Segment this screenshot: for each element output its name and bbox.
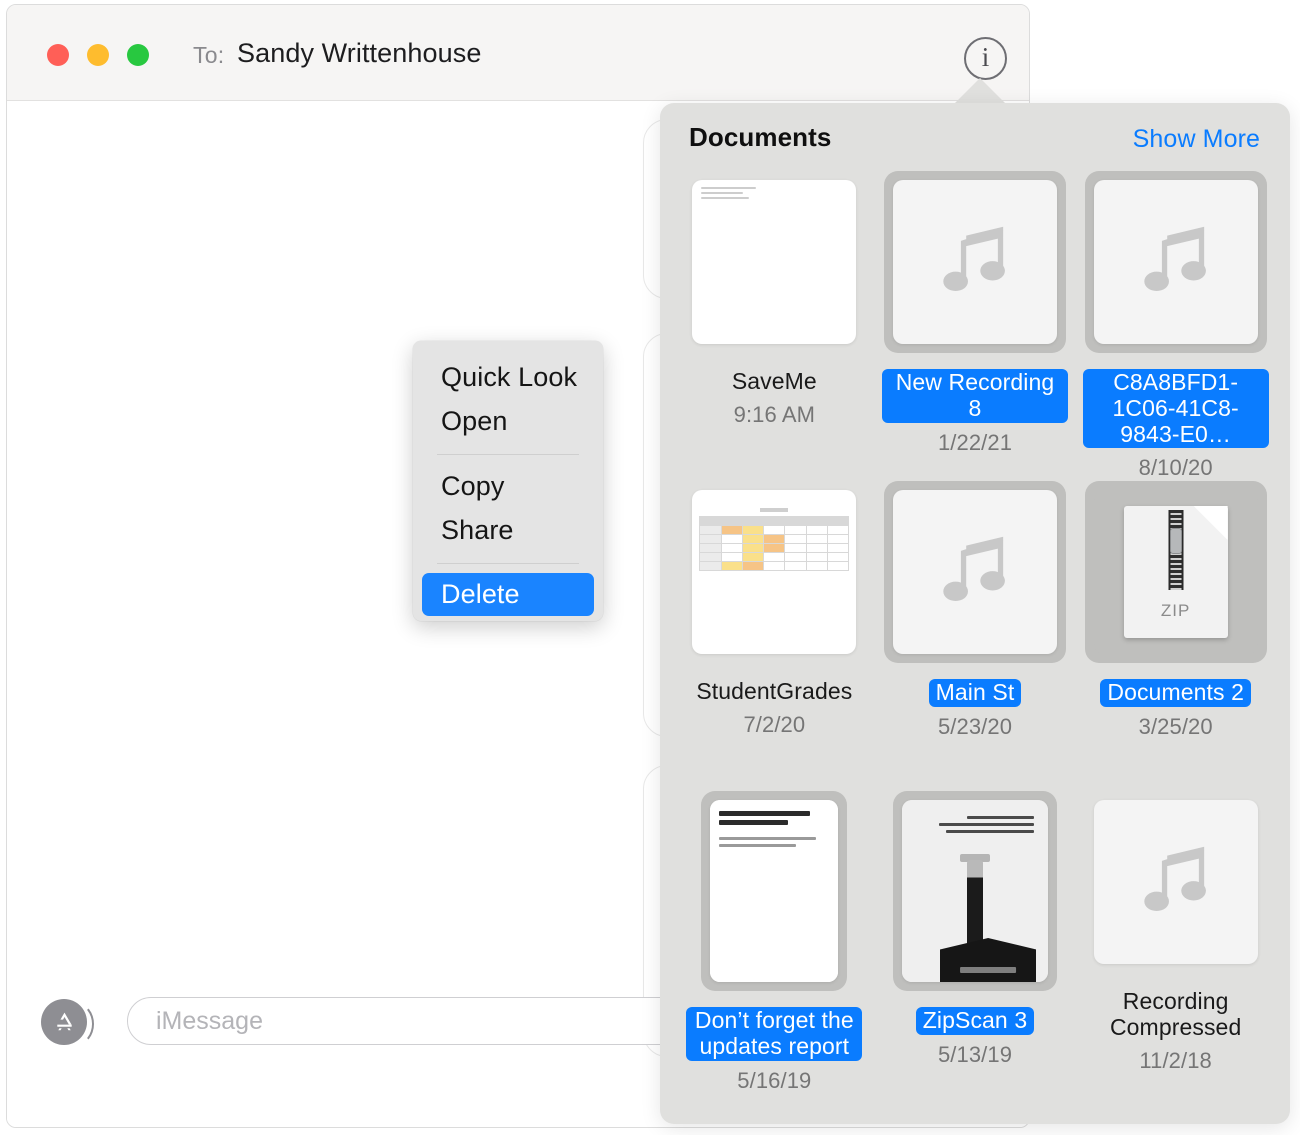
- document-item[interactable]: New Recording 8 1/22/21: [881, 171, 1070, 481]
- popover-title: Documents: [689, 122, 832, 152]
- zip-thumbnail: ZIP: [1093, 490, 1258, 654]
- window-titlebar: To: Sandy Writtenhouse i: [7, 5, 1029, 101]
- note-preview: [710, 800, 839, 982]
- screenshot-root: To: Sandy Writtenhouse i iMessage Quick …: [0, 0, 1300, 1135]
- document-date: 8/10/20: [1138, 455, 1213, 481]
- music-note-icon: [943, 226, 1005, 292]
- document-item[interactable]: Don’t forget the updates report 5/16/19: [680, 791, 869, 1101]
- document-text-lines: [701, 187, 761, 202]
- thumbnail-wrap-selected[interactable]: ZIP: [1084, 481, 1267, 663]
- thumbnail-wrap-selected[interactable]: [883, 481, 1066, 663]
- close-button[interactable]: [47, 44, 69, 66]
- music-note-icon: [1143, 846, 1206, 912]
- music-note-icon: [943, 536, 1005, 602]
- context-menu: Quick Look Open Copy Share Delete: [413, 341, 603, 621]
- scan-preview: [901, 800, 1048, 982]
- document-name: Main St: [928, 679, 1022, 707]
- document-item[interactable]: C8A8BFD1-1C06-41C8-9843-E0… 8/10/20: [1081, 171, 1270, 481]
- document-name: Recording Compressed: [1109, 988, 1242, 1040]
- document-thumbnail: [692, 180, 857, 344]
- audio-thumbnail: [892, 180, 1057, 344]
- note-thumbnail: [710, 800, 839, 982]
- document-date: 1/22/21: [937, 429, 1013, 455]
- document-item[interactable]: ZipScan 3 5/13/19: [881, 791, 1070, 1101]
- document-item[interactable]: StudentGrades 7/2/20: [680, 481, 869, 791]
- zoom-button[interactable]: [127, 44, 149, 66]
- spreadsheet-thumbnail: [692, 490, 857, 654]
- document-date: 5/13/19: [937, 1041, 1013, 1067]
- info-glyph: i: [981, 42, 990, 72]
- menu-item-share[interactable]: Share: [413, 508, 603, 552]
- popover-header: Documents Show More: [660, 103, 1290, 173]
- document-date: 3/25/20: [1138, 713, 1213, 739]
- document-date: 11/2/18: [1139, 1047, 1212, 1073]
- menu-item-open[interactable]: Open: [413, 399, 603, 443]
- details-popover: Documents Show More SaveMe 9:16 AM New R…: [660, 103, 1290, 1124]
- document-item[interactable]: SaveMe 9:16 AM: [680, 171, 869, 481]
- document-item[interactable]: Recording Compressed 11/2/18: [1081, 791, 1270, 1101]
- zip-label: ZIP: [1160, 601, 1191, 620]
- audio-thumbnail: [1093, 180, 1258, 344]
- thumbnail-wrap[interactable]: [1085, 791, 1267, 973]
- recipient-name[interactable]: Sandy Writtenhouse: [237, 38, 481, 69]
- document-item[interactable]: ZIP Documents 2 3/25/20: [1081, 481, 1270, 791]
- thumbnail-wrap-selected[interactable]: [892, 791, 1057, 991]
- document-date: 9:16 AM: [733, 401, 816, 427]
- menu-item-copy[interactable]: Copy: [413, 464, 603, 508]
- app-store-icon[interactable]: [41, 999, 94, 1045]
- document-date: 5/16/19: [737, 1067, 812, 1093]
- document-date: 5/23/20: [937, 713, 1013, 739]
- thumbnail-wrap-selected[interactable]: [1084, 171, 1267, 353]
- thumbnail-wrap[interactable]: [683, 171, 865, 353]
- menu-item-delete[interactable]: Delete: [422, 573, 594, 616]
- info-icon[interactable]: i: [964, 37, 1007, 80]
- thumbnail-wrap-selected[interactable]: [883, 171, 1066, 353]
- document-name: New Recording 8: [881, 369, 1068, 423]
- audio-thumbnail: [1093, 800, 1258, 964]
- minimize-button[interactable]: [87, 44, 109, 66]
- document-name: ZipScan 3: [915, 1007, 1035, 1035]
- document-name: C8A8BFD1-1C06-41C8-9843-E0…: [1082, 369, 1269, 449]
- menu-separator: [437, 563, 579, 564]
- document-date: 7/2/20: [743, 711, 806, 737]
- imessage-placeholder: iMessage: [156, 1006, 263, 1035]
- window-traffic-lights: [47, 44, 149, 66]
- document-name: Don’t forget the updates report: [686, 1007, 863, 1061]
- music-note-icon: [1143, 226, 1206, 292]
- thumbnail-wrap[interactable]: [683, 481, 865, 663]
- audio-thumbnail: [892, 490, 1057, 654]
- scan-thumbnail: [901, 800, 1048, 982]
- popover-arrow: [953, 78, 1007, 105]
- to-label: To:: [193, 42, 225, 68]
- menu-separator: [437, 454, 579, 455]
- spreadsheet-preview: [699, 508, 850, 571]
- show-more-link[interactable]: Show More: [1133, 125, 1260, 154]
- documents-grid: SaveMe 9:16 AM New Recording 8 1/22/21 C…: [680, 171, 1270, 1114]
- thumbnail-wrap-selected[interactable]: [701, 791, 848, 991]
- menu-item-quick-look[interactable]: Quick Look: [413, 355, 603, 399]
- document-name: SaveMe: [731, 368, 817, 394]
- zip-archive-icon: ZIP: [1123, 506, 1228, 638]
- document-name: StudentGrades: [696, 678, 853, 704]
- document-name: Documents 2: [1100, 679, 1251, 707]
- document-item[interactable]: Main St 5/23/20: [881, 481, 1070, 791]
